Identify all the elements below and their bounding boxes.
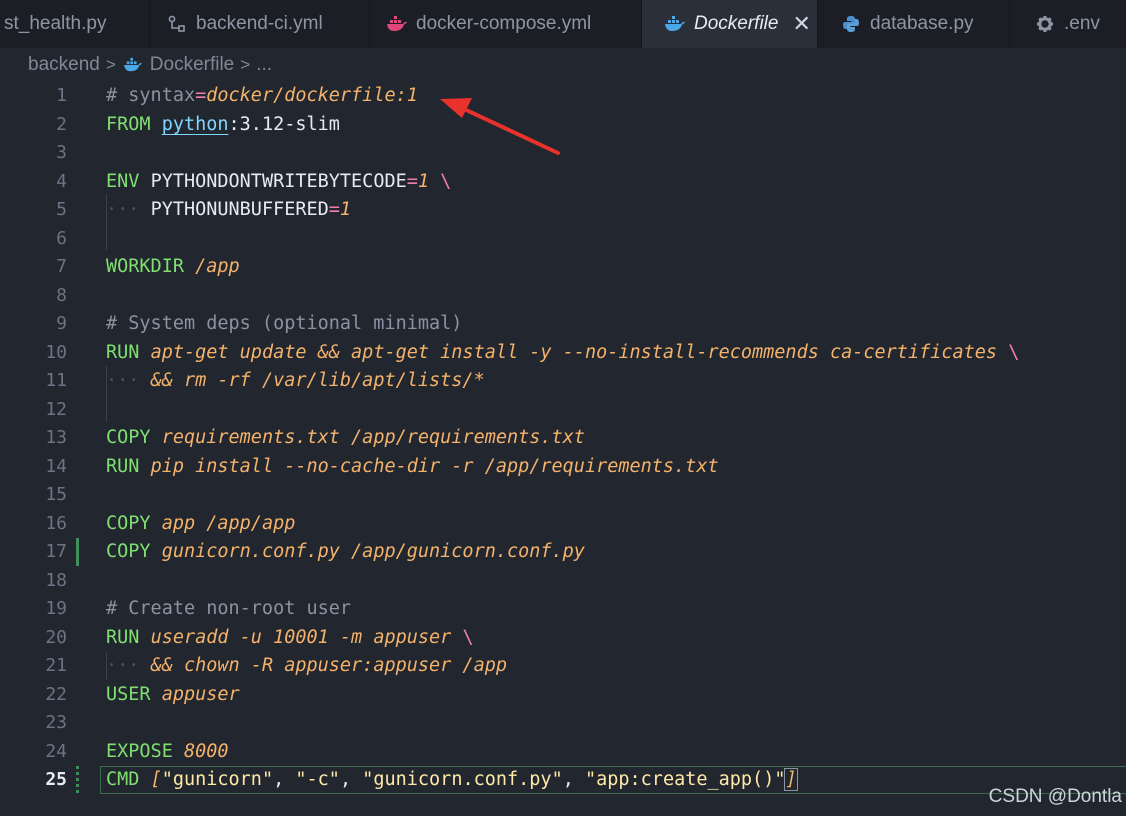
annotation-arrow	[440, 98, 560, 155]
watermark: CSDN @Dontla	[988, 786, 1122, 807]
